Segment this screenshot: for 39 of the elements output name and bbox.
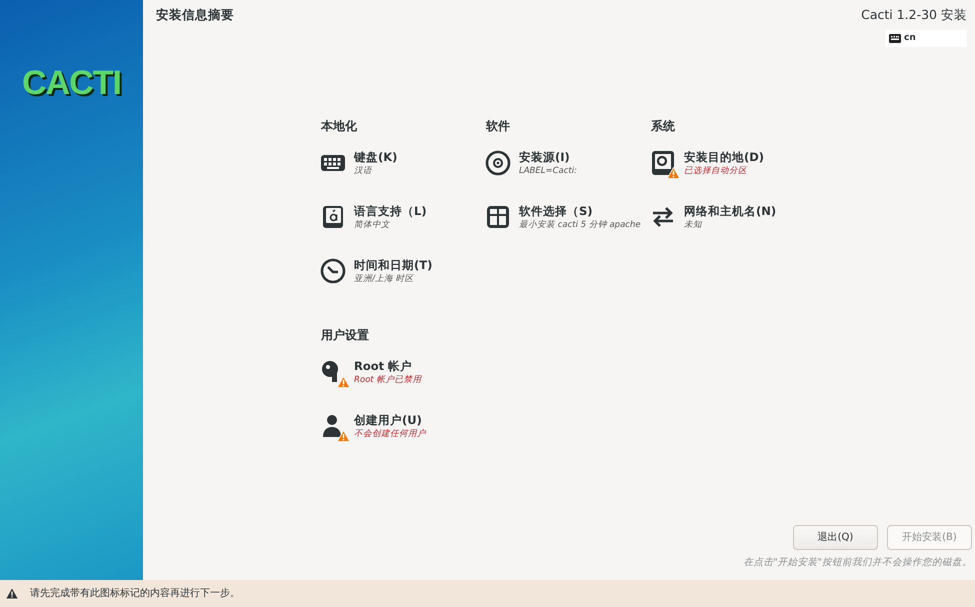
spoke-status: Root 帐户已禁用 xyxy=(354,374,422,387)
spoke-link[interactable]: 网络和主机名(N) xyxy=(684,204,776,219)
letter-tile-icon xyxy=(320,204,346,230)
spoke-status: 简体中文 xyxy=(354,218,391,232)
spoke-link[interactable]: 语言支持（L) xyxy=(354,204,427,219)
drive-icon xyxy=(650,150,676,176)
warning-icon xyxy=(667,167,680,179)
warning-icon xyxy=(337,430,350,442)
action-button[interactable]: 退出(Q) xyxy=(793,524,878,550)
disc-icon xyxy=(485,150,511,176)
warning-icon xyxy=(337,376,350,388)
section-heading: 本地化 xyxy=(321,118,358,135)
section-heading: 软件 xyxy=(486,118,511,135)
page-title: 安装信息摘要 xyxy=(156,6,234,24)
spoke-link[interactable]: 时间和日期(T) xyxy=(354,258,432,273)
spoke-link[interactable]: Root 帐户 xyxy=(354,359,422,374)
keyboard-layout-indicator[interactable]: cn xyxy=(885,30,967,48)
spoke-status: 未知 xyxy=(684,218,703,232)
warning-message: 请先完成带有此图标标记的内容再进行下一步。 xyxy=(30,586,240,601)
spoke-link[interactable]: 安装源(I) xyxy=(519,150,577,165)
spoke-status: 已选择自动分区 xyxy=(684,164,748,178)
spoke-status: 亚洲/上海 时区 xyxy=(354,272,415,286)
spoke-status: 汉语 xyxy=(354,164,374,178)
spoke-status: LABEL=Cacti: xyxy=(519,164,577,178)
package-icon xyxy=(485,204,511,230)
section-heading: 用户设置 xyxy=(321,327,370,344)
spoke-link[interactable]: 安装目的地(D) xyxy=(684,150,764,165)
section-heading: 系统 xyxy=(651,118,676,135)
spoke-link[interactable]: 创建用户(U) xyxy=(354,413,426,428)
product-title: Cacti 1.2-30 安装 xyxy=(861,6,967,24)
spoke-status: 不会创建任何用户 xyxy=(354,428,426,441)
spoke-link[interactable]: 键盘(K) xyxy=(354,150,398,165)
clock-icon xyxy=(320,258,346,284)
spoke-link[interactable]: 软件选择（S) xyxy=(519,204,641,219)
cacti-logo: CACTI xyxy=(22,63,121,104)
warning-icon xyxy=(6,588,18,599)
keyboard-icon xyxy=(889,34,901,43)
spoke-status: 最小安装 cacti 5 分钟 apache xyxy=(519,218,641,232)
disk-notice: 在点击"开始安装"按钮前我们并不会操作您的磁盘。 xyxy=(743,556,972,570)
